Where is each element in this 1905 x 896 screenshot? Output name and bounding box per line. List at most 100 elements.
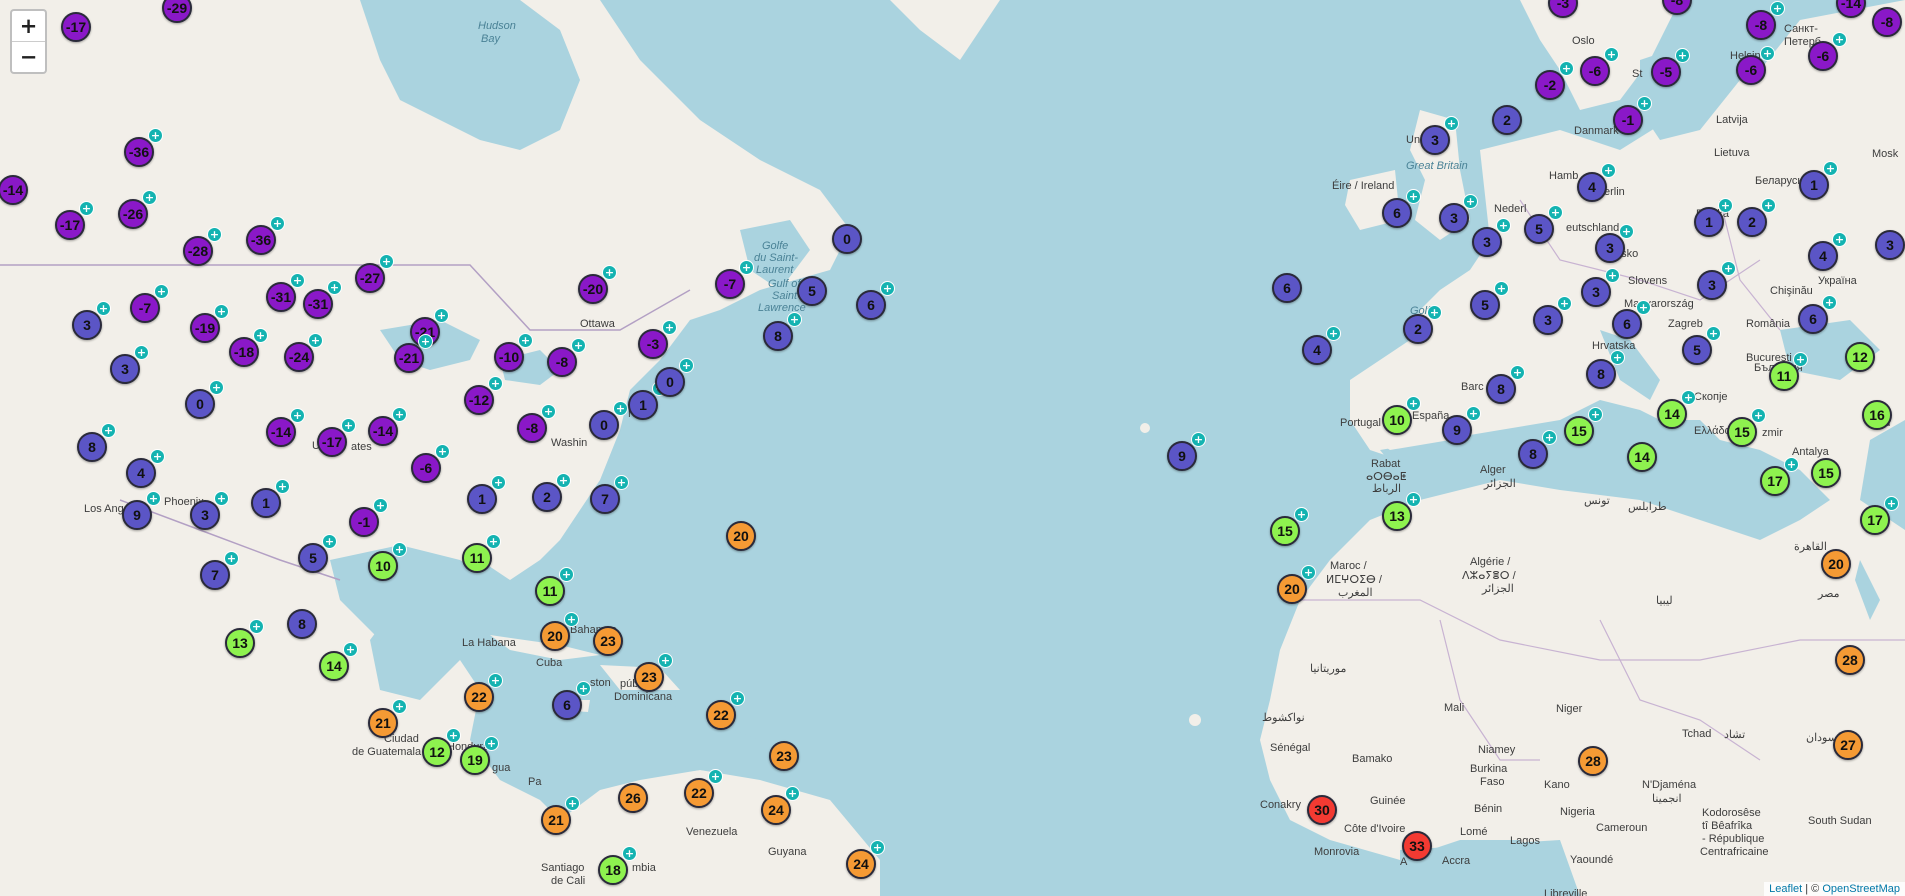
plus-icon[interactable]: + [1326, 326, 1341, 341]
plus-icon[interactable]: + [1557, 296, 1572, 311]
temperature-marker[interactable]: 0 + [589, 401, 628, 440]
plus-icon[interactable]: + [622, 846, 637, 861]
plus-icon[interactable]: + [392, 542, 407, 557]
plus-icon[interactable]: + [1605, 268, 1620, 283]
temperature-marker[interactable]: -6 + [411, 444, 450, 483]
plus-icon[interactable]: + [146, 491, 161, 506]
temperature-marker[interactable]: 28 [1578, 746, 1608, 776]
plus-icon[interactable]: + [290, 273, 305, 288]
temperature-marker[interactable]: 1+ [467, 475, 506, 514]
plus-icon[interactable]: + [662, 320, 677, 335]
plus-icon[interactable]: + [101, 423, 116, 438]
plus-icon[interactable]: + [392, 699, 407, 714]
temperature-marker[interactable]: 1+ [1694, 198, 1733, 237]
plus-icon[interactable]: + [1406, 492, 1421, 507]
temperature-marker[interactable]: 8 + [1486, 365, 1525, 404]
plus-icon[interactable]: + [249, 619, 264, 634]
temperature-marker[interactable]: 4 + [1577, 163, 1616, 202]
plus-icon[interactable]: + [488, 376, 503, 391]
plus-icon[interactable]: + [488, 673, 503, 688]
leaflet-link[interactable]: Leaflet [1769, 883, 1802, 895]
plus-icon[interactable]: + [571, 338, 586, 353]
plus-icon[interactable]: + [739, 260, 754, 275]
temperature-marker[interactable]: 14 + [319, 642, 358, 681]
temperature-marker[interactable]: 3 + [1533, 296, 1572, 335]
temperature-marker[interactable]: 19 + [460, 736, 499, 775]
temperature-marker[interactable]: 27 [1833, 730, 1863, 760]
plus-icon[interactable]: + [207, 227, 222, 242]
temperature-marker[interactable]: 24 + [761, 786, 800, 825]
plus-icon[interactable]: + [1542, 430, 1557, 445]
plus-icon[interactable]: + [434, 308, 449, 323]
plus-icon[interactable]: + [602, 265, 617, 280]
temperature-marker[interactable]: 12 + [422, 728, 461, 767]
plus-icon[interactable]: + [1496, 218, 1511, 233]
temperature-marker[interactable]: -6 + [1580, 47, 1619, 86]
temperature-marker[interactable]: -17 + [55, 201, 94, 240]
temperature-marker[interactable]: -21 + [394, 334, 433, 373]
plus-icon[interactable]: + [1601, 163, 1616, 178]
temperature-marker[interactable]: 15 + [1727, 408, 1766, 447]
plus-icon[interactable]: + [1793, 352, 1808, 367]
temperature-marker[interactable]: -8 + [1746, 1, 1785, 40]
plus-icon[interactable]: + [214, 491, 229, 506]
temperature-marker[interactable]: 7 + [590, 475, 629, 514]
temperature-marker[interactable]: 4 + [1808, 232, 1847, 271]
temperature-marker[interactable]: -14 + [266, 408, 305, 447]
temperature-marker[interactable]: -27 + [355, 254, 394, 293]
temperature-marker[interactable]: 5 + [1682, 326, 1721, 365]
temperature-marker[interactable]: 0 + [185, 380, 224, 419]
plus-icon[interactable]: + [1406, 189, 1421, 204]
plus-icon[interactable]: + [322, 534, 337, 549]
temperature-marker[interactable]: 13 + [1382, 492, 1421, 531]
temperature-marker[interactable]: 20 + [540, 612, 579, 651]
plus-icon[interactable]: + [679, 358, 694, 373]
plus-icon[interactable]: + [1444, 116, 1459, 131]
plus-icon[interactable]: + [1463, 194, 1478, 209]
plus-icon[interactable]: + [275, 479, 290, 494]
temperature-marker[interactable]: 6 + [1798, 295, 1837, 334]
temperature-marker[interactable]: 17 + [1860, 496, 1899, 535]
temperature-marker[interactable]: 20 [1821, 549, 1851, 579]
plus-icon[interactable]: + [1637, 96, 1652, 111]
plus-icon[interactable]: + [1191, 432, 1206, 447]
temperature-marker[interactable]: 8 + [1518, 430, 1557, 469]
temperature-marker[interactable]: -18 + [229, 328, 268, 367]
plus-icon[interactable]: + [564, 612, 579, 627]
temperature-marker[interactable]: 3 + [72, 301, 111, 340]
temperature-marker[interactable]: -14 + [368, 407, 407, 446]
temperature-marker[interactable]: 3 + [1472, 218, 1511, 257]
plus-icon[interactable]: + [446, 728, 461, 743]
temperature-marker[interactable]: 22 + [464, 673, 503, 712]
plus-icon[interactable]: + [870, 840, 885, 855]
plus-icon[interactable]: + [1884, 496, 1899, 511]
temperature-marker[interactable]: 11 + [462, 534, 501, 573]
temperature-marker[interactable]: 1+ [1799, 161, 1838, 200]
temperature-marker[interactable]: -10 + [494, 333, 533, 372]
temperature-marker[interactable]: 1+ [628, 381, 667, 420]
temperature-marker[interactable]: 15 + [1564, 407, 1603, 446]
plus-icon[interactable]: + [1494, 281, 1509, 296]
temperature-marker[interactable]: 6 + [552, 681, 591, 720]
temperature-marker[interactable]: 11 + [535, 567, 574, 606]
temperature-marker[interactable]: 2 [1492, 105, 1522, 135]
temperature-marker[interactable]: -31 + [266, 273, 305, 312]
temperature-marker[interactable]: 8 + [1586, 350, 1625, 389]
plus-icon[interactable]: + [1721, 261, 1736, 276]
temperature-marker[interactable]: -3 + [638, 320, 677, 359]
temperature-marker[interactable]: 2 + [532, 473, 571, 512]
plus-icon[interactable]: + [209, 380, 224, 395]
plus-icon[interactable]: + [379, 254, 394, 269]
temperature-marker[interactable]: 14 + [1657, 390, 1696, 429]
temperature-marker[interactable]: 17 + [1760, 457, 1799, 496]
plus-icon[interactable]: + [484, 736, 499, 751]
plus-icon[interactable]: + [1706, 326, 1721, 341]
temperature-marker[interactable]: 10 + [368, 542, 407, 581]
plus-icon[interactable]: + [327, 280, 342, 295]
temperature-marker[interactable]: 7 + [200, 551, 239, 590]
plus-icon[interactable]: + [308, 333, 323, 348]
plus-icon[interactable]: + [142, 190, 157, 205]
temperature-marker[interactable]: 14 [1627, 442, 1657, 472]
plus-icon[interactable]: + [1559, 61, 1574, 76]
plus-icon[interactable]: + [1604, 47, 1619, 62]
